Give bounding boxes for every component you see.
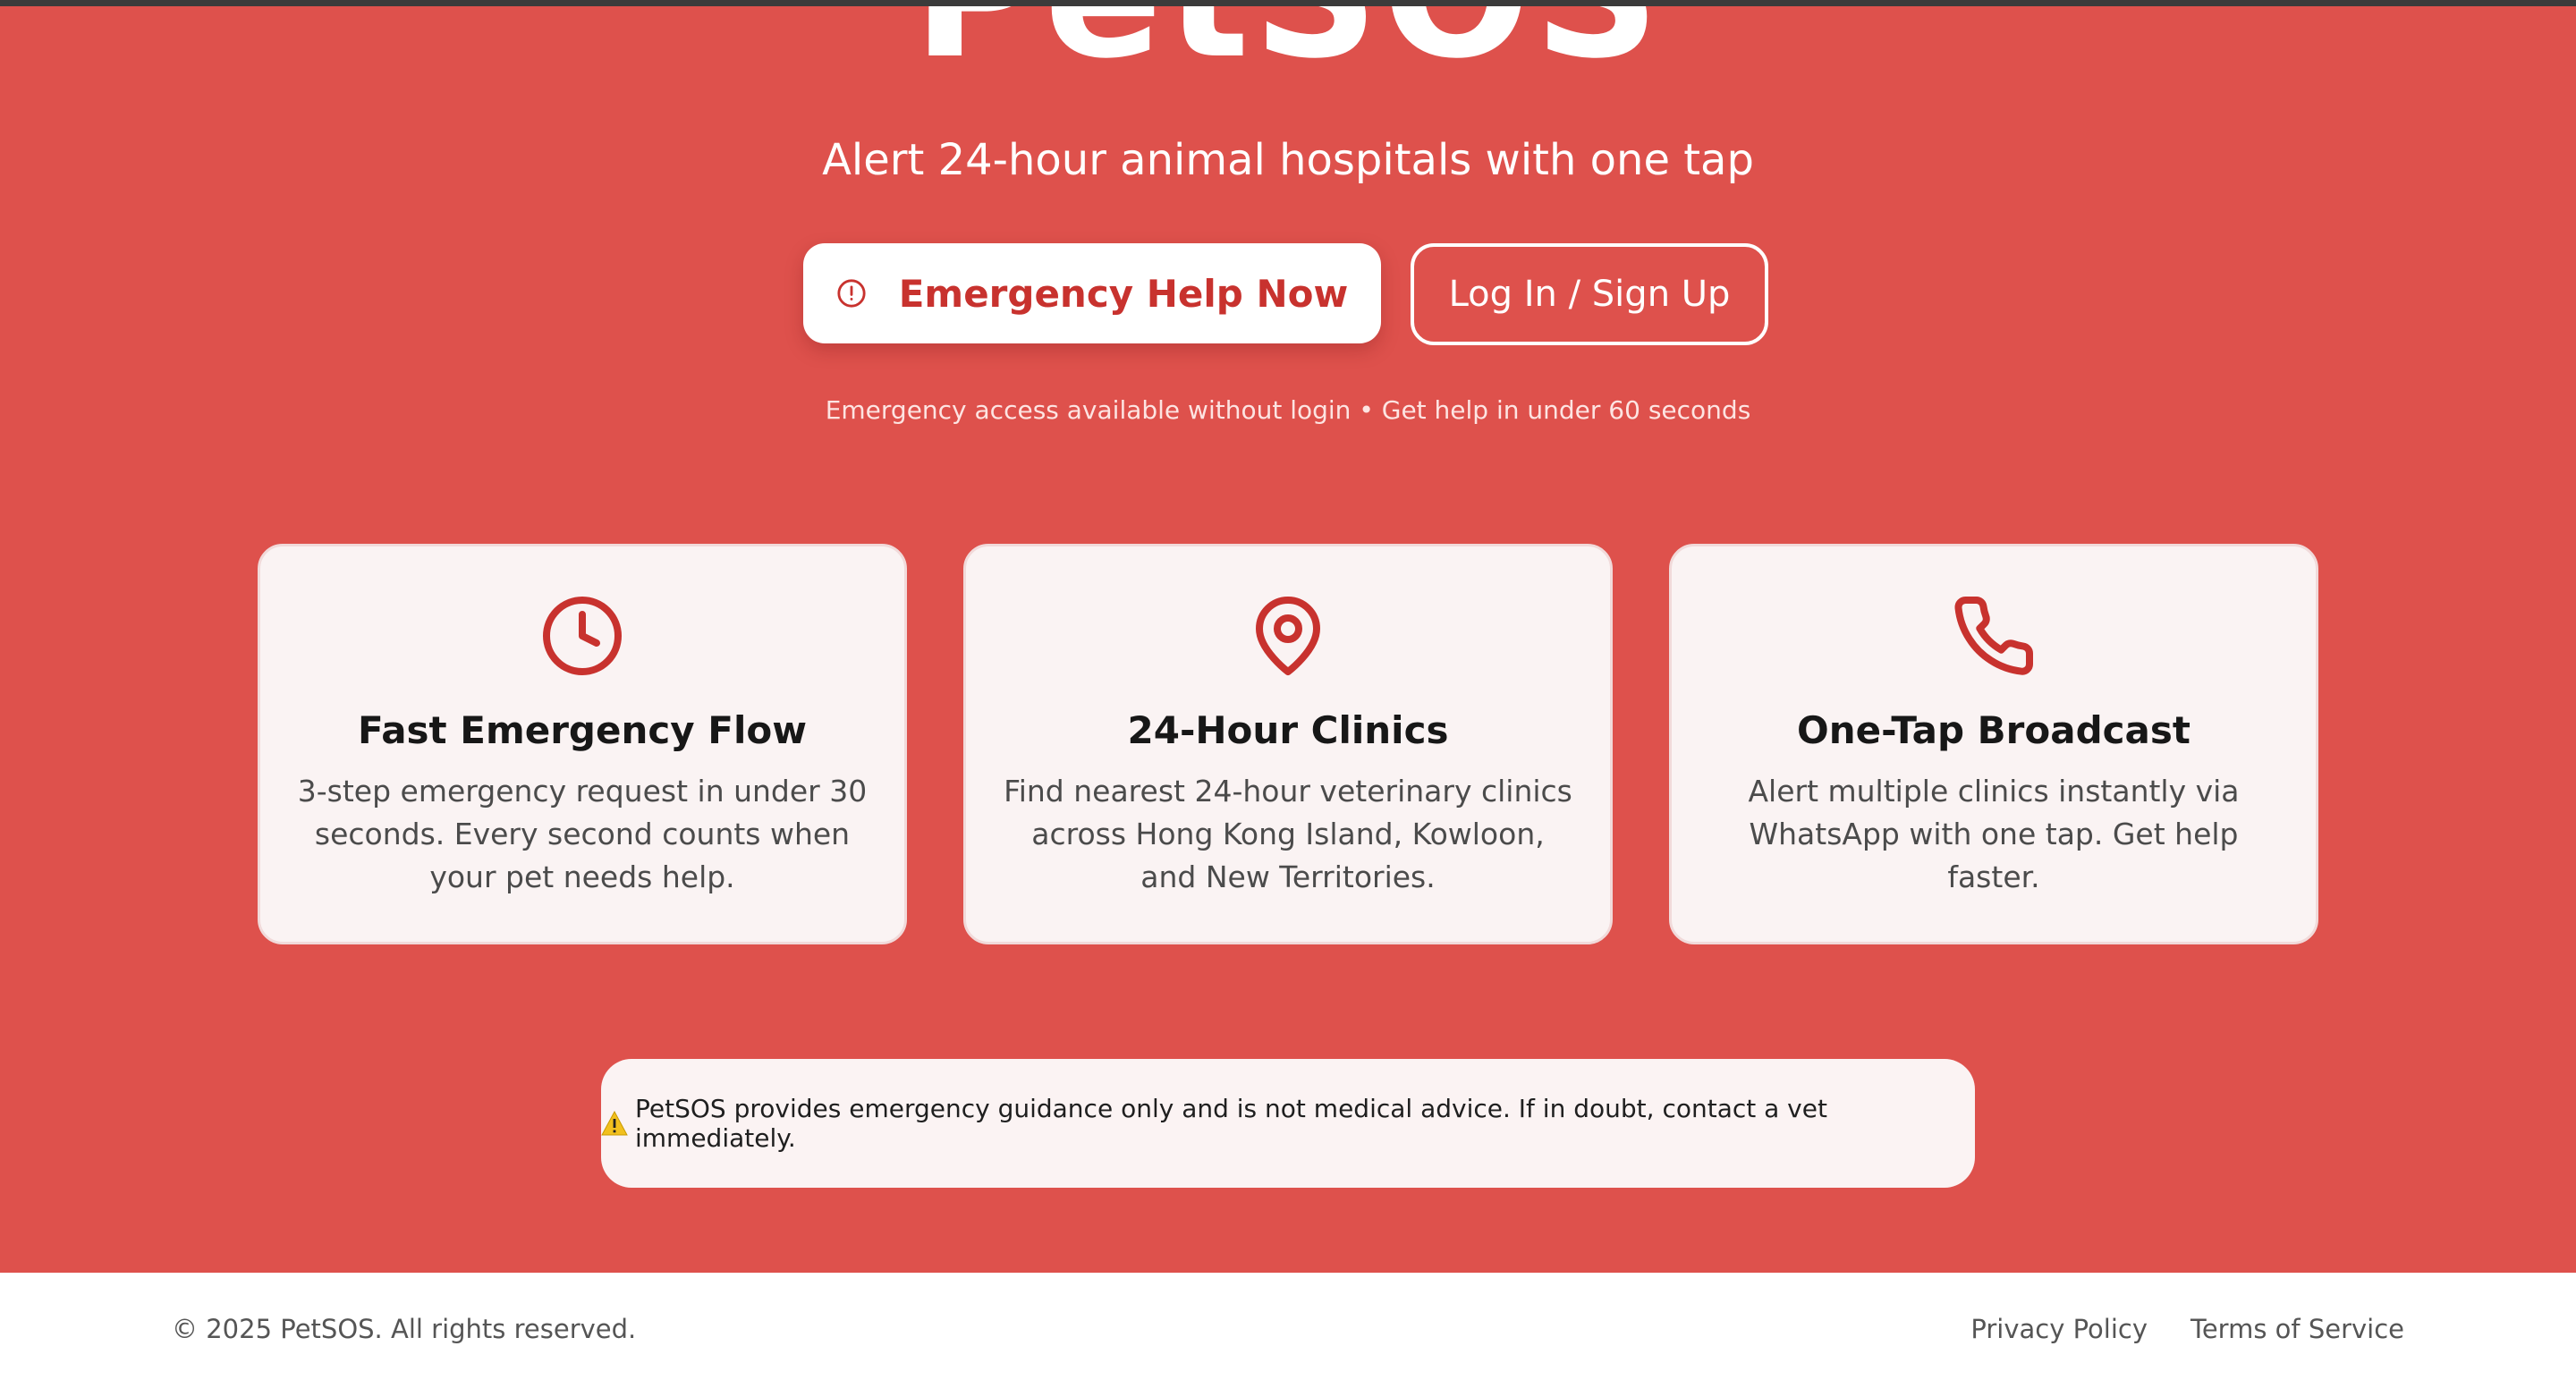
brand-title: PetSOS (0, 6, 2576, 82)
emergency-help-label: Emergency Help Now (898, 271, 1349, 316)
disclaimer-text: PetSOS provides emergency guidance only … (635, 1094, 1827, 1153)
feature-card-broadcast: One-Tap Broadcast Alert multiple clinics… (1669, 544, 2318, 944)
copyright-text: © 2025 PetSOS. All rights reserved. (172, 1314, 637, 1344)
terms-of-service-link[interactable]: Terms of Service (2190, 1314, 2404, 1344)
clock-icon (539, 593, 625, 679)
feature-card-fast-flow: Fast Emergency Flow 3-step emergency req… (258, 544, 907, 944)
phone-icon (1951, 593, 2037, 679)
feature-description: Alert multiple clinics instantly via Wha… (1748, 774, 2240, 894)
emergency-help-button[interactable]: Emergency Help Now (803, 243, 1381, 343)
hero-section: PetSOS Alert 24-hour animal hospitals wi… (0, 6, 2576, 1273)
access-note: Emergency access available without login… (825, 395, 1751, 425)
map-pin-icon (1245, 593, 1331, 679)
feature-title: 24-Hour Clinics (1127, 708, 1449, 752)
alert-circle-icon (836, 278, 867, 309)
login-signup-button[interactable]: Log In / Sign Up (1411, 243, 1768, 345)
login-signup-label: Log In / Sign Up (1448, 274, 1731, 315)
feature-card-clinics: 24-Hour Clinics Find nearest 24-hour vet… (963, 544, 1613, 944)
warning-icon (601, 1111, 628, 1136)
feature-title: Fast Emergency Flow (357, 708, 807, 752)
privacy-policy-link[interactable]: Privacy Policy (1970, 1314, 2148, 1344)
top-edge-bar (0, 0, 2576, 6)
hero-tagline: Alert 24-hour animal hospitals with one … (822, 135, 1754, 185)
footer-links: Privacy Policy Terms of Service (1970, 1314, 2404, 1344)
feature-description: 3-step emergency request in under 30 sec… (297, 774, 868, 894)
feature-description: Find nearest 24-hour veterinary clinics … (1004, 774, 1572, 894)
feature-title: One-Tap Broadcast (1797, 708, 2190, 752)
footer: © 2025 PetSOS. All rights reserved. Priv… (0, 1273, 2576, 1397)
disclaimer-banner: PetSOS provides emergency guidance only … (601, 1059, 1975, 1188)
